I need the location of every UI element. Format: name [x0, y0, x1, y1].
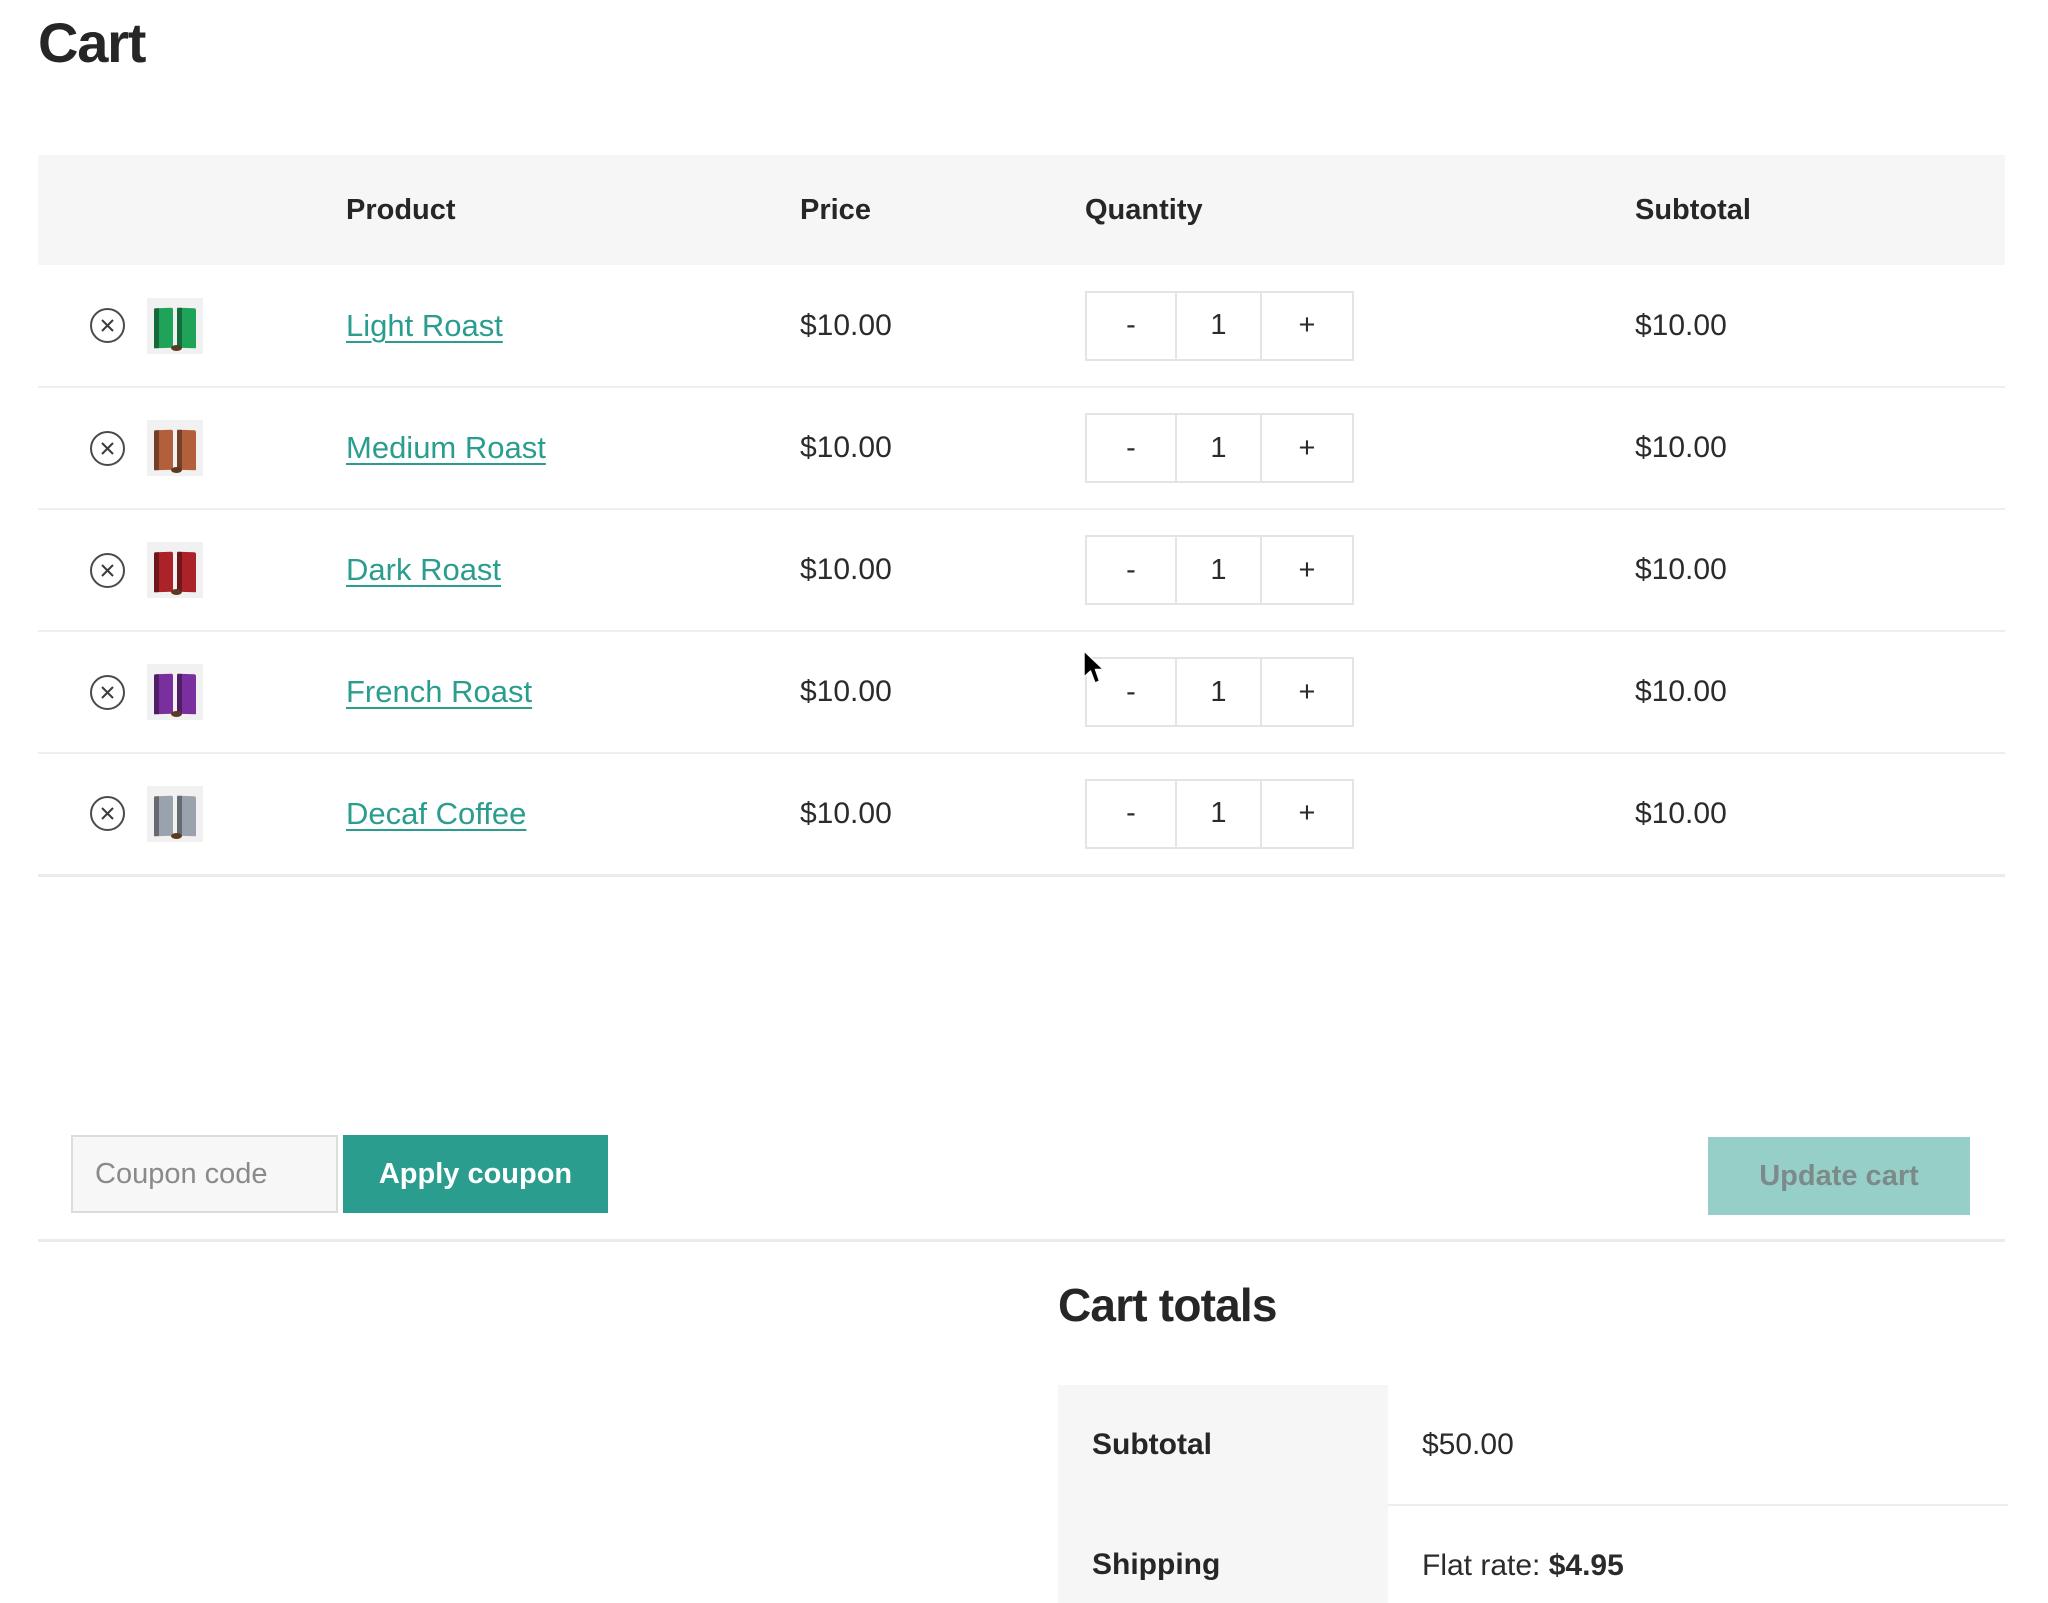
cell-thumbnail: [143, 631, 338, 754]
cell-price: $10.00: [788, 509, 1063, 632]
quantity-increment-button[interactable]: +: [1262, 293, 1352, 359]
remove-circle-x-icon[interactable]: [90, 552, 125, 588]
product-link[interactable]: Dark Roast: [346, 552, 501, 587]
cell-product: Decaf Coffee: [338, 753, 788, 877]
cell-quantity: - 1 +: [1063, 631, 1603, 754]
cell-product: Dark Roast: [338, 509, 788, 632]
table-row: Light Roast $10.00 - 1 + $10.00: [38, 265, 2005, 388]
cart-actions-row: Apply coupon Update cart: [38, 1120, 2005, 1242]
quantity-increment-button[interactable]: +: [1262, 537, 1352, 603]
cell-product: Light Roast: [338, 265, 788, 388]
totals-row-shipping: Shipping Flat rate: $4.95: [1058, 1504, 2008, 1603]
cart-totals-table: Subtotal $50.00 Shipping Flat rate: $4.9…: [1058, 1385, 2008, 1603]
remove-circle-x-icon[interactable]: [90, 674, 125, 710]
apply-coupon-button[interactable]: Apply coupon: [343, 1135, 608, 1213]
cell-remove: [38, 265, 143, 388]
quantity-stepper: - 1 +: [1085, 413, 1354, 483]
cell-quantity: - 1 +: [1063, 753, 1603, 877]
cell-quantity: - 1 +: [1063, 387, 1603, 510]
cell-thumbnail: [143, 265, 338, 388]
totals-value-subtotal: $50.00: [1388, 1385, 2008, 1505]
quantity-input[interactable]: 1: [1177, 292, 1262, 359]
cart-page: Cart Product Price Quantity Subtotal Lig…: [0, 0, 2048, 1603]
cell-subtotal: $10.00: [1603, 387, 2005, 510]
cell-thumbnail: [143, 509, 338, 632]
column-header-product: Product: [338, 155, 788, 265]
shipping-amount: $4.95: [1548, 1548, 1624, 1582]
column-header-price: Price: [788, 155, 1063, 265]
quantity-stepper: - 1 +: [1085, 778, 1354, 849]
cell-price: $10.00: [788, 631, 1063, 754]
product-thumbnail[interactable]: [147, 542, 203, 598]
cell-quantity: - 1 +: [1063, 265, 1603, 388]
update-cart-button[interactable]: Update cart: [1708, 1137, 1970, 1215]
product-link[interactable]: Medium Roast: [346, 430, 546, 465]
quantity-input[interactable]: 1: [1177, 659, 1262, 725]
cell-price: $10.00: [788, 265, 1063, 388]
quantity-increment-button[interactable]: +: [1262, 781, 1352, 847]
quantity-increment-button[interactable]: +: [1262, 415, 1352, 481]
column-header-quantity: Quantity: [1063, 155, 1603, 265]
table-row: Dark Roast $10.00 - 1 + $10.00: [38, 509, 2005, 632]
product-thumbnail[interactable]: [147, 664, 203, 720]
quantity-stepper: - 1 +: [1085, 657, 1354, 727]
page-title: Cart: [38, 11, 146, 74]
cell-subtotal: $10.00: [1603, 509, 2005, 632]
cart-table-header: Product Price Quantity Subtotal: [38, 155, 2005, 265]
cell-remove: [38, 631, 143, 754]
column-header-remove: [38, 155, 143, 265]
cell-remove: [38, 387, 143, 510]
cell-price: $10.00: [788, 387, 1063, 510]
product-link[interactable]: Light Roast: [346, 308, 503, 343]
shipping-method-label: Flat rate:: [1422, 1548, 1549, 1582]
quantity-input[interactable]: 1: [1177, 537, 1262, 603]
cell-subtotal: $10.00: [1603, 631, 2005, 754]
totals-value-shipping: Flat rate: $4.95: [1388, 1504, 2008, 1603]
remove-circle-x-icon[interactable]: [90, 796, 125, 832]
quantity-input[interactable]: 1: [1177, 415, 1262, 481]
cart-table-body: Light Roast $10.00 - 1 + $10.00 Medium R…: [38, 265, 2005, 877]
quantity-stepper: - 1 +: [1085, 290, 1354, 361]
cart-totals-title: Cart totals: [1058, 1279, 1277, 1331]
product-thumbnail[interactable]: [147, 420, 203, 476]
totals-row-subtotal: Subtotal $50.00: [1058, 1385, 2008, 1505]
product-link[interactable]: French Roast: [346, 674, 532, 709]
cart-items-table: Product Price Quantity Subtotal Light Ro…: [38, 155, 2005, 877]
table-row: Decaf Coffee $10.00 - 1 + $10.00: [38, 753, 2005, 877]
quantity-decrement-button[interactable]: -: [1087, 537, 1177, 603]
column-header-subtotal: Subtotal: [1603, 155, 2005, 265]
product-thumbnail[interactable]: [147, 785, 203, 842]
remove-circle-x-icon[interactable]: [90, 308, 125, 343]
table-row: French Roast $10.00 - 1 + $10.00: [38, 631, 2005, 754]
cell-subtotal: $10.00: [1603, 265, 2005, 388]
cell-thumbnail: [143, 387, 338, 510]
product-link[interactable]: Decaf Coffee: [346, 796, 526, 831]
quantity-increment-button[interactable]: +: [1262, 659, 1352, 725]
totals-label-shipping: Shipping: [1058, 1505, 1388, 1603]
column-header-thumbnail: [143, 155, 338, 265]
cell-price: $10.00: [788, 753, 1063, 877]
cell-subtotal: $10.00: [1603, 753, 2005, 877]
remove-circle-x-icon[interactable]: [90, 430, 125, 466]
quantity-decrement-button[interactable]: -: [1087, 659, 1177, 725]
cell-product: Medium Roast: [338, 387, 788, 510]
quantity-decrement-button[interactable]: -: [1087, 292, 1177, 359]
coupon-code-input[interactable]: [71, 1135, 338, 1213]
quantity-stepper: - 1 +: [1085, 535, 1354, 605]
table-row: Medium Roast $10.00 - 1 + $10.00: [38, 387, 2005, 510]
quantity-decrement-button[interactable]: -: [1087, 415, 1177, 481]
cell-product: French Roast: [338, 631, 788, 754]
totals-label-subtotal: Subtotal: [1058, 1385, 1388, 1505]
cell-remove: [38, 509, 143, 632]
cart-table-header-row: Product Price Quantity Subtotal: [38, 155, 2005, 265]
product-thumbnail[interactable]: [147, 297, 203, 354]
quantity-decrement-button[interactable]: -: [1087, 780, 1177, 847]
cell-quantity: - 1 +: [1063, 509, 1603, 632]
quantity-input[interactable]: 1: [1177, 780, 1262, 847]
cell-thumbnail: [143, 753, 338, 877]
cell-remove: [38, 753, 143, 877]
